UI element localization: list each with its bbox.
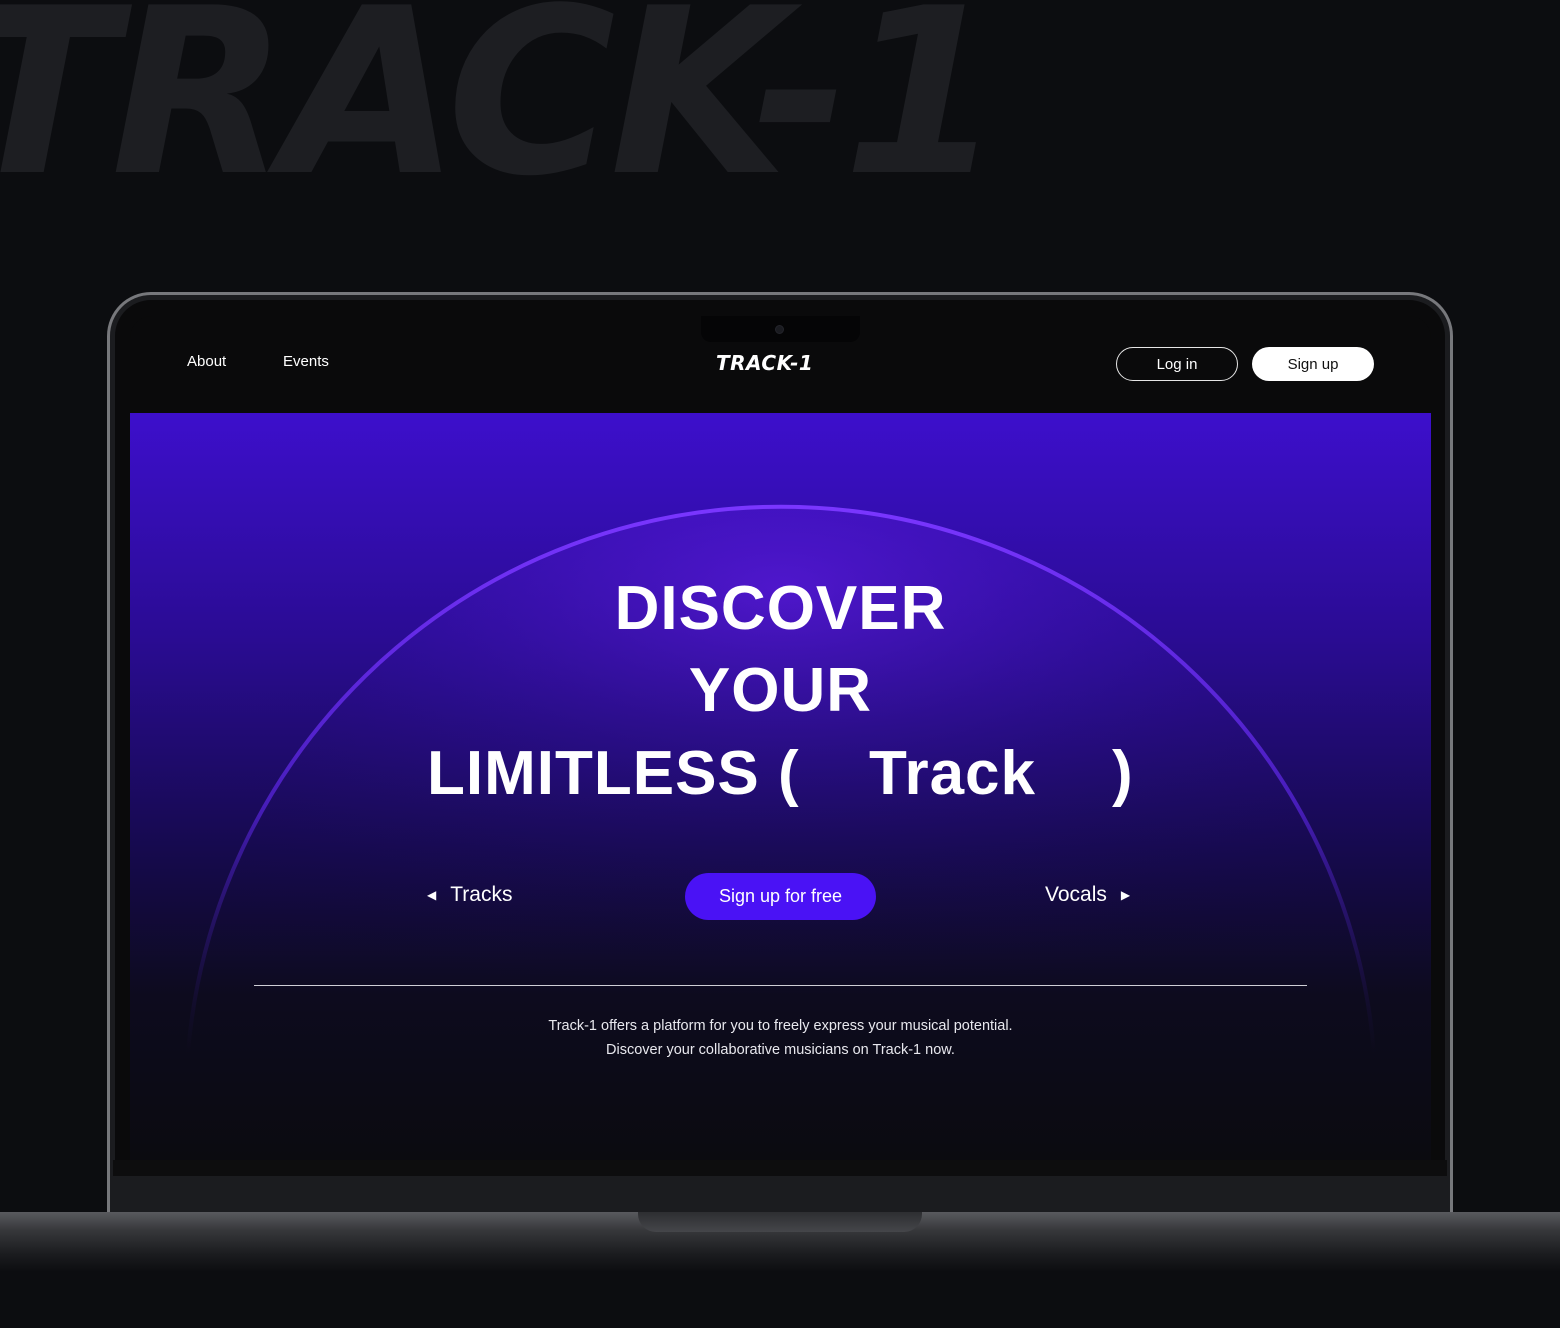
hero-description-line-1: Track-1 offers a platform for you to fre… <box>548 1018 1013 1034</box>
background-brand-text: TRACK-1 <box>0 0 1003 227</box>
laptop-screen: About Events TRACK-1 Log in Sign up DISC… <box>130 316 1431 1160</box>
headline-line-2: YOUR <box>688 656 873 725</box>
login-button[interactable]: Log in <box>1116 347 1238 381</box>
headline-line-3-suffix: ) <box>1112 739 1134 808</box>
camera-notch <box>701 316 860 342</box>
nav-events-link[interactable]: Events <box>283 353 329 370</box>
svg-text:TRACK-1: TRACK-1 <box>716 352 813 374</box>
tracks-prev-link[interactable]: ◀ Tracks <box>427 883 512 907</box>
svg-text:TRACK-1: TRACK-1 <box>0 0 997 227</box>
signup-free-button[interactable]: Sign up for free <box>685 873 876 920</box>
headline-rotating-word: Track <box>869 739 1037 808</box>
headline-line-3-prefix: LIMITLESS ( <box>427 739 800 808</box>
vocals-next-link[interactable]: Vocals ▶ <box>1045 883 1130 907</box>
camera-icon <box>775 325 784 334</box>
hero-section: DISCOVER YOUR LIMITLESS ( Track ) ◀ Trac… <box>130 413 1431 1160</box>
signup-button[interactable]: Sign up <box>1252 347 1374 381</box>
hero-description-line-2: Discover your collaborative musicians on… <box>606 1042 955 1058</box>
site-logo[interactable]: TRACK-1 <box>716 352 846 374</box>
right-triangle-icon: ▶ <box>1120 888 1131 902</box>
vocals-label: Vocals <box>1045 883 1107 906</box>
laptop-base-notch <box>638 1212 922 1232</box>
laptop-bezel-bottom <box>113 1160 1447 1212</box>
left-triangle-icon: ◀ <box>427 888 437 902</box>
headline-line-1: DISCOVER <box>614 574 947 643</box>
hero-divider <box>254 985 1307 986</box>
nav-about-link[interactable]: About <box>187 353 226 370</box>
tracks-label: Tracks <box>450 883 513 906</box>
